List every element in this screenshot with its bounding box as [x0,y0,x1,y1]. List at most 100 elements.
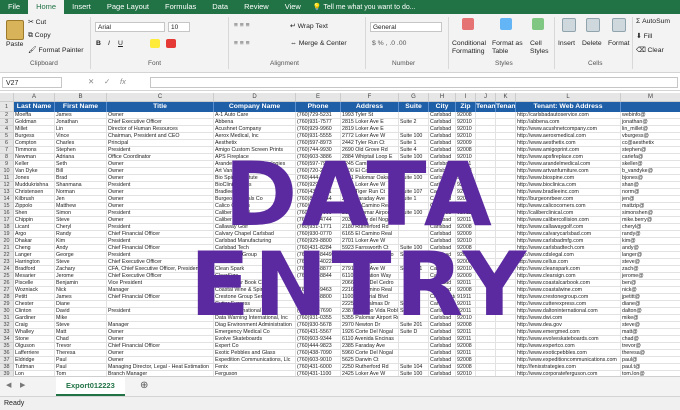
cancel-icon[interactable]: ✕ [88,77,94,86]
conditional-formatting-icon[interactable] [462,18,474,30]
column-header-l[interactable]: L [516,93,621,102]
table-cell[interactable]: Carlsbad [429,343,456,350]
table-header-cell[interactable]: Tenant Phone [496,102,516,112]
row-header[interactable]: 25 [0,273,14,280]
table-cell[interactable] [476,133,496,140]
table-cell[interactable]: Piscelle [14,280,55,287]
table-cell[interactable]: http://www.exoticpebbles.com [516,350,621,357]
table-cell[interactable]: 1993 Tyler St [341,112,399,119]
row-header[interactable]: 34 [0,336,14,343]
format-painter-button[interactable]: 🖌 Format Painter [28,46,83,54]
row-header[interactable]: 17 [0,217,14,224]
table-cell[interactable]: Matt [55,329,107,336]
row-header[interactable]: 24 [0,266,14,273]
table-cell[interactable]: Newman [14,154,55,161]
table-cell[interactable]: Christensen [14,189,55,196]
table-cell[interactable] [496,126,516,133]
table-cell[interactable]: Exotic Pebbles and Glass [214,350,296,357]
row-header[interactable]: 37 [0,357,14,364]
table-cell[interactable]: 92010 [456,126,476,133]
table-cell[interactable]: 5625 Darwin Ct [341,357,399,364]
table-cell[interactable]: Trevor [55,343,107,350]
table-cell[interactable]: Chairman, President and CEO [107,133,214,140]
tab-data[interactable]: Data [204,0,236,14]
table-cell[interactable]: Lafferriere [14,350,55,357]
formula-input[interactable] [150,77,678,88]
table-cell[interactable]: http://fenixstrategies.com [516,364,621,371]
table-cell[interactable]: http://www.evolveskateboards.com [516,336,621,343]
merge-center-button[interactable]: ⇔ Merge & Center [290,40,347,47]
row-header[interactable]: 13 [0,189,14,196]
table-cell[interactable]: Langer [14,252,55,259]
copy-button[interactable]: ⧉ Copy [28,32,51,40]
table-cell[interactable]: Petitt [14,294,55,301]
row-header[interactable]: 16 [0,210,14,217]
table-cell[interactable]: 2819 Loker Ave E [341,126,399,133]
fill-color-icon[interactable] [150,39,160,48]
format-button[interactable]: Format [608,40,630,47]
table-cell[interactable] [496,119,516,126]
table-cell[interactable] [476,112,496,119]
table-cell[interactable]: vburgess@ [621,133,680,140]
table-header-cell[interactable]: Address [341,102,399,112]
table-cell[interactable]: (760)603-9010 [296,357,341,364]
table-cell[interactable]: Burgess [14,133,55,140]
row-header[interactable]: 32 [0,322,14,329]
row-header[interactable]: 4 [0,126,14,133]
number-format-select[interactable]: General [370,22,442,32]
row-header[interactable]: 26 [0,280,14,287]
table-cell[interactable] [476,364,496,371]
clear-button[interactable]: ⌫ Clear [636,46,664,54]
table-cell[interactable]: 92008 [456,364,476,371]
align-icons-row2[interactable]: ≡ ≡ ≡ [234,40,250,47]
table-cell[interactable]: Moeffa [14,112,55,119]
table-cell[interactable]: 2385 Faraday Ave [341,343,399,350]
table-cell[interactable]: Muddukrishna [14,182,55,189]
table-cell[interactable]: matt@ [621,329,680,336]
tab-formulas[interactable]: Formulas [157,0,204,14]
table-cell[interactable] [496,140,516,147]
table-cell[interactable]: chad@ [621,336,680,343]
table-cell[interactable] [496,350,516,357]
table-cell[interactable]: Acushnet Company [214,126,296,133]
italic-button[interactable]: I [108,40,110,47]
table-cell[interactable]: http://www.aeroxmedical.com [516,133,621,140]
table-cell[interactable]: 2250 Rutherford Rd [341,364,399,371]
table-cell[interactable]: Owner [107,336,214,343]
row-header[interactable]: 20 [0,238,14,245]
table-cell[interactable] [399,343,429,350]
table-cell[interactable]: Jones [14,175,55,182]
table-cell[interactable]: Owner [107,112,214,119]
row-header[interactable]: 7 [0,147,14,154]
column-header-c[interactable]: C [107,93,214,102]
table-cell[interactable]: http://www.aesthetix.com [516,140,621,147]
table-cell[interactable]: http://www.expeditioncommunications.com [516,357,621,364]
table-header-cell[interactable]: Last Name [14,102,55,112]
insert-button[interactable]: Insert [558,40,575,47]
cell-styles-button[interactable]: Cell Styles [530,40,552,56]
table-cell[interactable]: Carlsbad [429,350,456,357]
table-cell[interactable]: Chippin [14,217,55,224]
table-cell[interactable]: Eldridge [14,357,55,364]
table-header-cell[interactable]: Tenant: Web Address [516,102,621,112]
table-cell[interactable]: Wozniack [14,287,55,294]
column-header-m[interactable]: M [621,93,680,102]
table-cell[interactable]: Paul [55,357,107,364]
table-cell[interactable]: http://abbena.com [516,119,621,126]
table-cell[interactable] [476,336,496,343]
table-cell[interactable]: http://www.acushnetcompany.com [516,126,621,133]
cell-styles-icon[interactable] [532,18,544,30]
font-name-select[interactable]: Arial [95,22,165,32]
table-cell[interactable]: jonathan@ [621,119,680,126]
table-cell[interactable]: (760)931-7577 [296,119,341,126]
row-header[interactable]: 21 [0,245,14,252]
paste-button[interactable]: Paste [6,41,23,48]
row-header[interactable]: 2 [0,112,14,119]
column-header-f[interactable]: F [341,93,399,102]
table-cell[interactable]: Licant [14,224,55,231]
fill-button[interactable]: ⬇ Fill [636,32,652,40]
row-header[interactable]: 6 [0,140,14,147]
table-cell[interactable]: Clinton [14,308,55,315]
table-cell[interactable]: paul@ [621,357,680,364]
row-header[interactable]: 36 [0,350,14,357]
